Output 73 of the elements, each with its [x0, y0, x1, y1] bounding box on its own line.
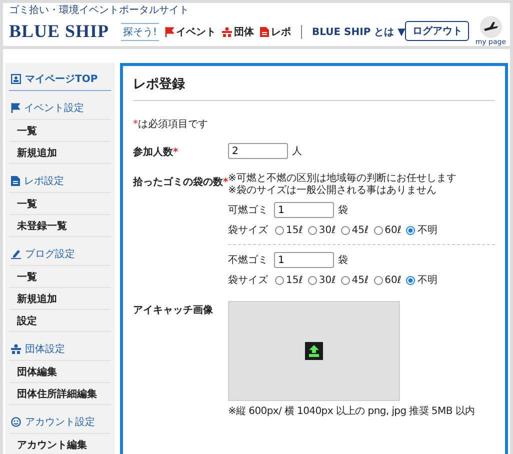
radio-button[interactable]	[308, 276, 317, 284]
bag-size-label: 袋サイズ	[228, 224, 269, 237]
sidebar-section-title[interactable]: アカウント設定	[9, 410, 111, 434]
sidebar-section-title[interactable]: 団体設定	[9, 337, 111, 361]
sidebar-section-title[interactable]: マイページTOP	[9, 67, 111, 91]
sidebar-item[interactable]: 一覧	[9, 266, 111, 288]
sidebar-item[interactable]: 未登録一覧	[9, 215, 111, 237]
sidebar-item[interactable]: 設定	[9, 310, 111, 332]
avatar-icon[interactable]	[480, 16, 502, 38]
radio-label[interactable]: 15ℓ	[286, 224, 303, 236]
document-icon	[260, 27, 269, 37]
pencil-icon	[11, 249, 21, 259]
group-icon	[222, 27, 232, 37]
radio-button[interactable]	[406, 276, 416, 284]
nav-link[interactable]: イベント	[164, 25, 216, 39]
radio-label[interactable]: 60ℓ	[384, 274, 402, 286]
sidebar-item[interactable]: 団体編集	[9, 361, 111, 383]
bag-count-input[interactable]: 1	[274, 252, 334, 268]
field-label: アイキャッチ画像	[133, 304, 214, 318]
sidebar-item[interactable]: 団体住所詳細編集	[9, 383, 111, 405]
sidebar-item[interactable]: アカウント編集	[9, 434, 111, 454]
radio-button[interactable]	[406, 226, 416, 234]
bag-type-label: 可燃ゴミ	[228, 204, 269, 217]
radio-button[interactable]	[275, 276, 284, 284]
participants-input[interactable]: 2	[228, 143, 288, 159]
user-card-icon	[11, 74, 21, 84]
radio-button[interactable]	[374, 276, 383, 284]
unit-label: 袋	[338, 254, 348, 267]
group-icon	[11, 344, 21, 354]
radio-label[interactable]: 15ℓ	[286, 274, 303, 286]
field-label: 拾ったゴミの袋の数*	[133, 176, 228, 190]
nav-link[interactable]: 団体	[222, 25, 254, 39]
upload-icon[interactable]	[305, 342, 323, 360]
page-title: レポ登録	[133, 66, 495, 101]
bag-type-label: 不燃ゴミ	[228, 254, 269, 267]
site-logo[interactable]: BLUE SHIP	[9, 20, 121, 42]
sidebar-section-title[interactable]: レポ設定	[9, 169, 111, 193]
document-icon	[11, 176, 20, 186]
radio-button[interactable]	[340, 226, 350, 234]
sidebar-item[interactable]: 一覧	[9, 193, 111, 215]
logout-button[interactable]: ログアウト	[405, 21, 470, 41]
required-note: *は必須項目です	[133, 118, 209, 131]
search-label: 探そう!	[120, 23, 159, 41]
radio-label[interactable]: 60ℓ	[384, 224, 402, 236]
hint-text: ※袋のサイズは一般公開される事はありません	[228, 185, 438, 197]
image-hint: ※縦 600px/ 横 1040px 以上の png, jpg 推奨 5MB 以内	[228, 404, 476, 418]
radio-label[interactable]: 不明	[417, 273, 438, 287]
sidebar-item[interactable]: 新規追加	[9, 142, 111, 164]
field-label: 参加人数*	[133, 146, 180, 159]
smiley-icon	[11, 417, 21, 427]
nav-link[interactable]: レポ	[260, 25, 291, 39]
unit-label: 人	[292, 145, 302, 158]
radio-label[interactable]: 45ℓ	[352, 224, 369, 236]
radio-button[interactable]	[374, 226, 383, 234]
bag-count-input[interactable]: 1	[274, 202, 334, 218]
sidebar-section-title[interactable]: ブログ設定	[9, 242, 111, 266]
bag-size-label: 袋サイズ	[228, 274, 269, 287]
radio-label[interactable]: 30ℓ	[318, 274, 336, 286]
flag-icon	[164, 27, 174, 37]
radio-label[interactable]: 30ℓ	[318, 224, 336, 236]
sidebar-item[interactable]: 一覧	[9, 120, 111, 142]
sidebar-item[interactable]: 新規追加	[9, 288, 111, 310]
flag-icon	[11, 103, 20, 113]
radio-label[interactable]: 45ℓ	[352, 274, 369, 286]
radio-button[interactable]	[340, 276, 350, 284]
site-tagline: ゴミ拾い・環境イベントポータルサイト	[8, 4, 190, 16]
about-menu[interactable]: BLUE SHIP とは ▼	[312, 25, 406, 39]
unit-label: 袋	[338, 204, 348, 217]
radio-button[interactable]	[308, 226, 317, 234]
radio-label[interactable]: 不明	[417, 223, 438, 237]
radio-button[interactable]	[275, 226, 284, 234]
hint-text: ※可燃と不燃の区別は地域毎の判断にお任せします	[228, 173, 458, 184]
sidebar-section-title[interactable]: イベント設定	[9, 96, 111, 120]
